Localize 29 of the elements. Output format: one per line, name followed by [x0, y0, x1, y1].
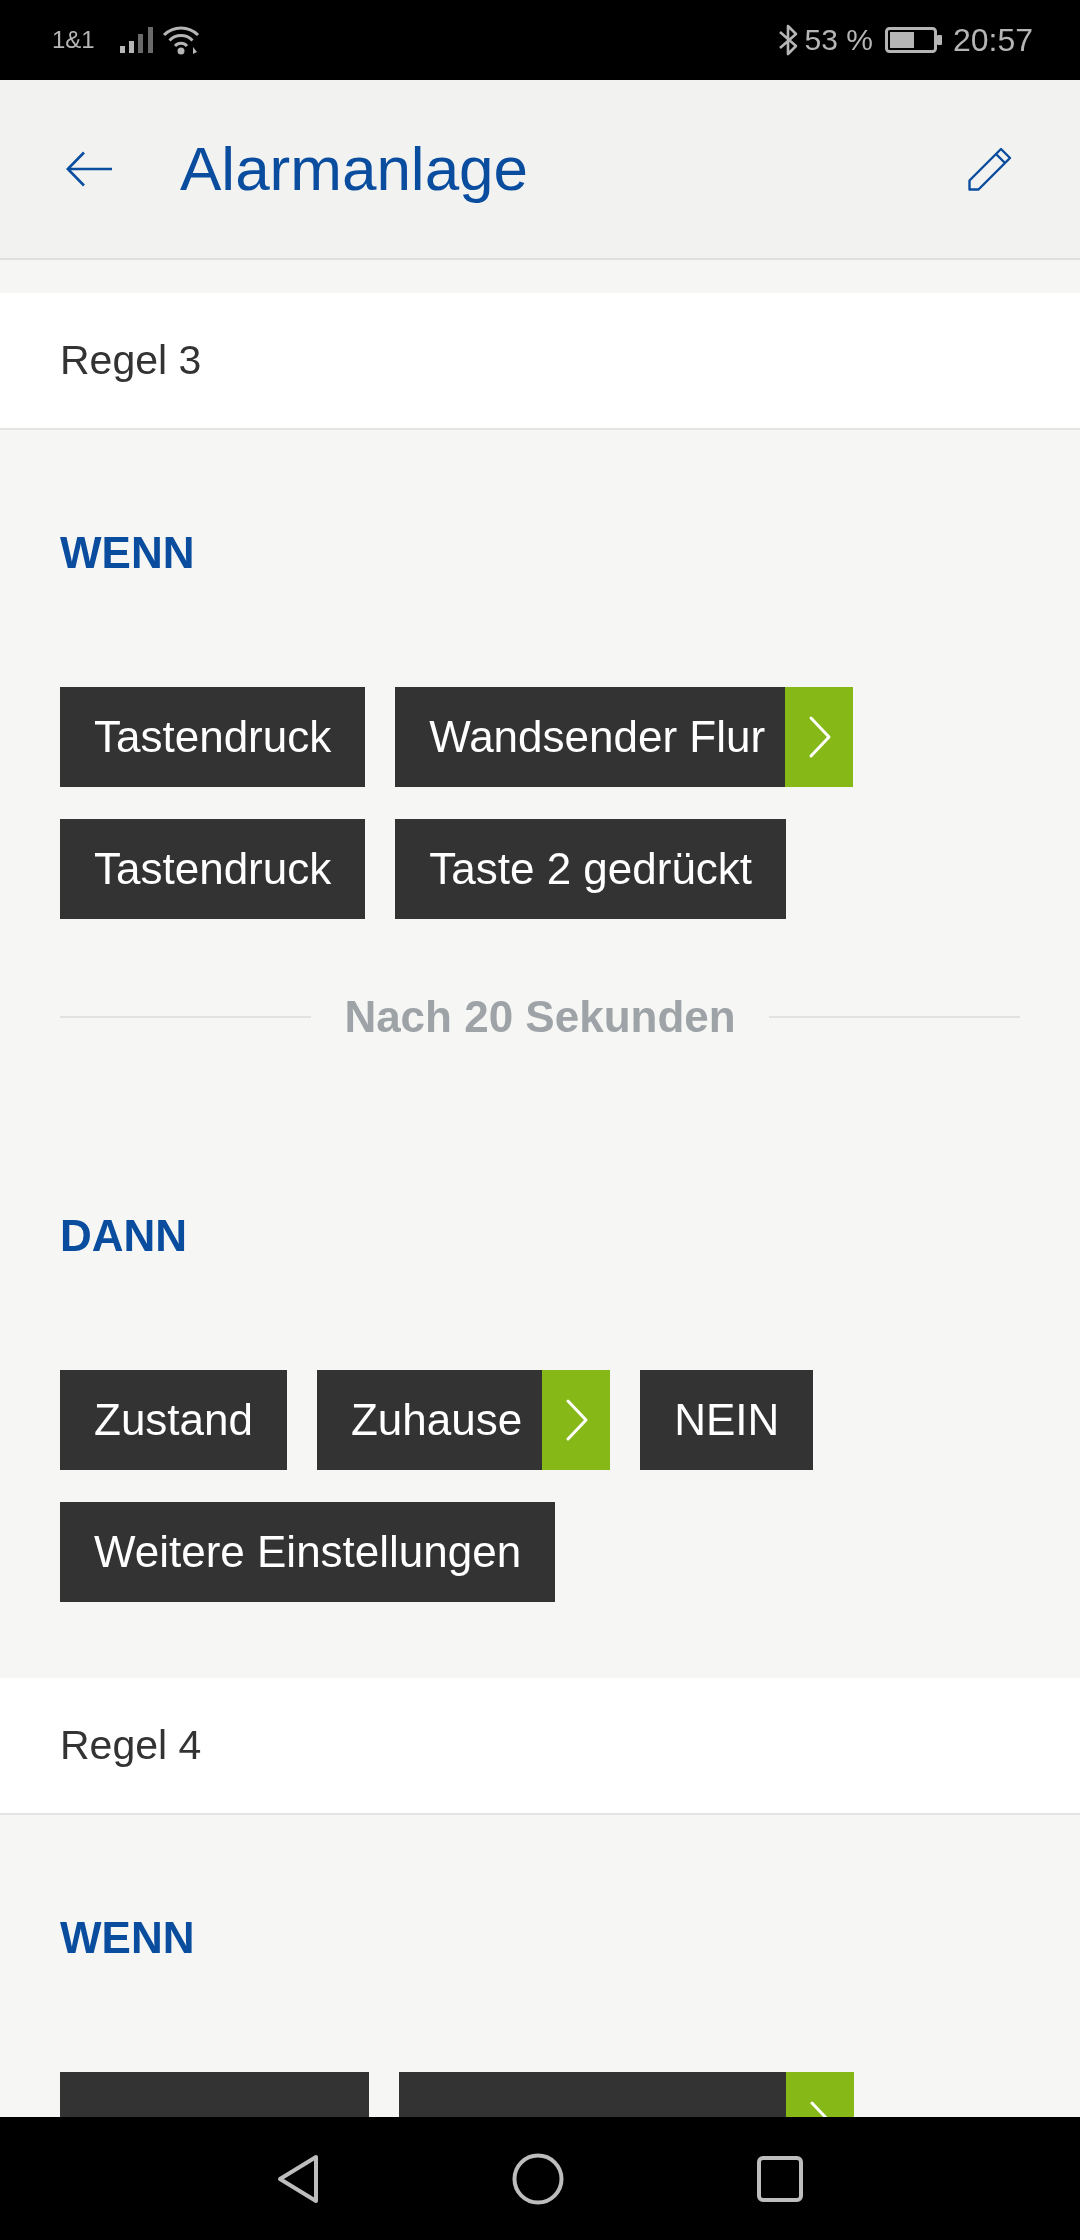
chevron-right-icon — [785, 687, 854, 787]
signal-icon — [119, 27, 153, 53]
carrier-label: 1&1 — [52, 28, 95, 52]
battery-percent: 53 % — [804, 25, 873, 55]
clock-time: 20:57 — [952, 24, 1033, 56]
pencil-icon[interactable] — [968, 147, 1012, 191]
back-icon[interactable] — [66, 151, 112, 187]
recents-icon[interactable] — [757, 2155, 803, 2202]
select-button[interactable]: Zuhause — [317, 1370, 611, 1470]
rule-header: Regel 4 — [0, 1678, 1080, 1815]
section-heading: WENN — [60, 528, 195, 578]
section-heading: DANN — [60, 1211, 188, 1261]
section-heading: WENN — [60, 1913, 195, 1963]
option-button[interactable]: Tastendruck — [60, 819, 366, 919]
option-button[interactable]: NEIN — [640, 1370, 814, 1470]
battery-icon — [884, 27, 942, 53]
wifi-icon — [161, 25, 200, 55]
option-button[interactable]: Weitere Einstellungen — [60, 1502, 556, 1602]
option-button[interactable]: Zustand — [60, 1370, 287, 1470]
option-button[interactable]: Taste 2 gedrückt — [395, 819, 787, 919]
bluetooth-icon — [777, 23, 799, 57]
home-icon[interactable] — [512, 2152, 564, 2205]
screen-title: Alarmanlage — [180, 134, 529, 204]
delay-label: Nach 20 Sekunden — [344, 992, 736, 1042]
option-button[interactable]: Tastendruck — [60, 687, 366, 787]
select-button[interactable]: Wandsender Flur — [395, 687, 854, 787]
rule-header: Regel 3 — [0, 293, 1080, 430]
chevron-right-icon — [542, 1370, 611, 1470]
back-icon[interactable] — [277, 2153, 319, 2204]
